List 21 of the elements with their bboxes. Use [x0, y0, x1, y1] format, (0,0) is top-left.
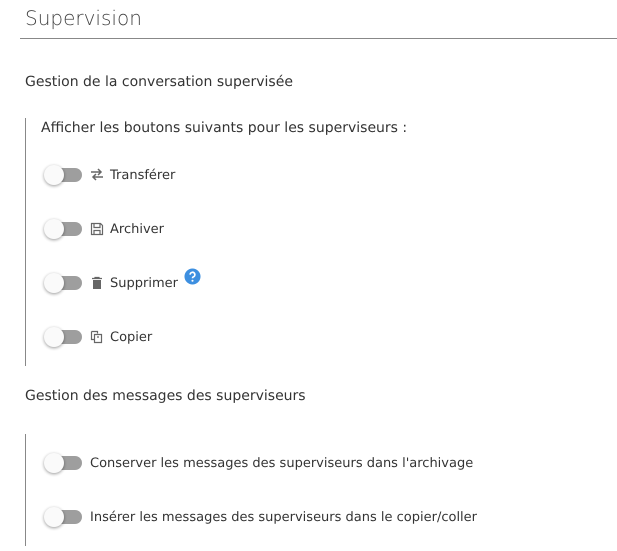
- option-label: Conserver les messages des superviseurs dans l'archivage: [90, 456, 474, 470]
- option-label: Supprimer: [110, 276, 178, 290]
- save-icon: [90, 222, 104, 236]
- toggle-switch[interactable]: [46, 456, 82, 470]
- toggle-switch[interactable]: [46, 222, 82, 236]
- option-label: Copier: [110, 330, 152, 344]
- copy-icon: [90, 330, 104, 344]
- option-label: Transférer: [110, 168, 176, 182]
- help-icon[interactable]: [184, 268, 201, 285]
- section-heading: Gestion des messages des superviseurs: [25, 388, 307, 404]
- option-label: Archiver: [110, 222, 164, 236]
- transfer-icon: [90, 168, 104, 182]
- page-title: Supervision: [20, 0, 617, 39]
- option-label: Insérer les messages des superviseurs dans le copier/coller: [90, 510, 478, 524]
- toggle-switch[interactable]: [46, 510, 82, 524]
- section-description: Afficher les boutons suivants pour les superviseurs :: [41, 120, 408, 136]
- section-heading: Gestion de la conversation supervisée: [25, 74, 294, 90]
- toggle-switch[interactable]: [46, 168, 82, 182]
- trash-icon: [90, 276, 104, 290]
- toggle-switch[interactable]: [46, 330, 82, 344]
- toggle-switch[interactable]: [46, 276, 82, 290]
